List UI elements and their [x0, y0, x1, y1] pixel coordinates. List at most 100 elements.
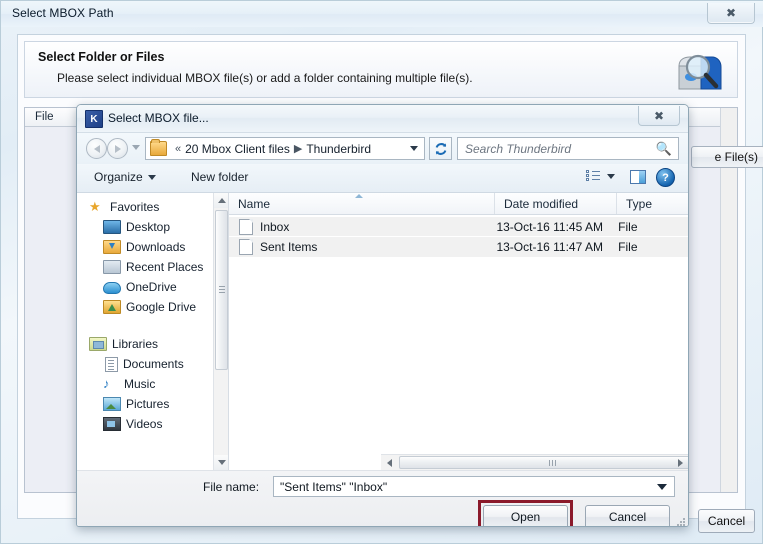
dialog-title: Select MBOX file...	[108, 111, 209, 125]
file-type: File	[618, 240, 638, 254]
sidebar-item-pictures[interactable]: Pictures	[77, 394, 228, 414]
file-list-header: Name Date modified Type	[229, 193, 688, 215]
sidebar-item-label: Pictures	[126, 397, 170, 411]
column-header-label: Name	[238, 196, 271, 211]
scroll-left-button[interactable]	[381, 455, 397, 470]
file-list: Name Date modified Type Inbox 13-Oct-16 …	[229, 193, 688, 470]
help-button[interactable]: ?	[656, 168, 675, 187]
chevron-down-icon	[147, 174, 156, 180]
refresh-button[interactable]	[429, 137, 452, 160]
sidebar-item-desktop[interactable]: Desktop	[77, 217, 228, 237]
organize-button[interactable]: Organize	[94, 170, 156, 184]
sidebar-group-favorites[interactable]: ★ Favorites	[77, 197, 228, 217]
view-mode-button[interactable]	[586, 170, 615, 182]
file-type: File	[618, 220, 638, 234]
chevron-down-icon	[607, 173, 615, 179]
chevron-down-icon[interactable]	[410, 146, 418, 151]
arrow-right-icon	[114, 144, 121, 153]
file-name-input[interactable]: "Sent Items" "Inbox"	[273, 476, 675, 497]
google-drive-icon	[103, 300, 121, 314]
dialog-footer: File name: "Sent Items" "Inbox" Open Can…	[77, 470, 688, 526]
table-row[interactable]: Inbox 13-Oct-16 11:45 AM File	[229, 216, 688, 237]
breadcrumb-segment-1[interactable]: Thunderbird	[306, 142, 371, 156]
dialog-body: ★ Favorites Desktop Downloads Recent Pla…	[77, 193, 688, 470]
new-folder-button[interactable]: New folder	[191, 170, 248, 184]
sidebar-item-label: Videos	[126, 417, 163, 431]
triangle-left-icon	[386, 458, 392, 467]
breadcrumb-overflow-icon[interactable]: «	[175, 143, 181, 155]
open-button[interactable]: Open	[483, 505, 568, 526]
resize-grip[interactable]	[675, 516, 685, 526]
preview-pane-button[interactable]	[630, 170, 646, 184]
search-input[interactable]: Search Thunderbird 🔍	[457, 137, 679, 160]
file-list-horizontal-scrollbar[interactable]	[381, 454, 688, 470]
folder-icon	[150, 139, 167, 156]
scroll-down-button[interactable]	[214, 455, 228, 470]
list-view-icon	[586, 170, 600, 182]
sidebar-item-label: Music	[124, 377, 156, 391]
sidebar-item-label: Recent Places	[126, 260, 204, 274]
horizontal-scrollbar-thumb[interactable]	[399, 456, 688, 469]
sidebar-item-documents[interactable]: Documents	[77, 354, 228, 374]
column-header-name[interactable]: Name	[229, 193, 495, 214]
page-subtitle: Please select individual MBOX file(s) or…	[57, 71, 473, 85]
sidebar-item-label: OneDrive	[126, 280, 177, 294]
table-row[interactable]: Sent Items 13-Oct-16 11:47 AM File	[229, 236, 688, 257]
sidebar-scrollbar[interactable]	[213, 193, 228, 470]
sidebar-item-videos[interactable]: Videos	[77, 414, 228, 434]
column-header-type[interactable]: Type	[617, 193, 687, 214]
instruction-header: Select Folder or Files Please select ind…	[24, 41, 738, 98]
breadcrumb-separator-icon[interactable]: ▶	[294, 142, 302, 155]
address-bar[interactable]: « 20 Mbox Client files ▶ Thunderbird	[145, 137, 425, 160]
column-header-date-modified[interactable]: Date modified	[495, 193, 617, 214]
chevron-down-icon[interactable]	[657, 483, 667, 490]
sidebar-item-downloads[interactable]: Downloads	[77, 237, 228, 257]
star-icon: ★	[89, 199, 101, 214]
file-date-modified: 13-Oct-16 11:47 AM	[496, 240, 603, 254]
file-icon	[239, 219, 253, 235]
cancel-button[interactable]: Cancel	[585, 505, 670, 526]
breadcrumb-segment-0[interactable]: 20 Mbox Client files	[185, 142, 290, 156]
back-button[interactable]	[86, 138, 107, 159]
column-header-label: Type	[626, 196, 653, 211]
sidebar-item-onedrive[interactable]: OneDrive	[77, 277, 228, 297]
forward-button[interactable]	[107, 138, 128, 159]
onedrive-icon	[103, 282, 121, 294]
dialog-titlebar: K Select MBOX file... ✖	[77, 105, 688, 133]
recent-locations-chevron-down-icon[interactable]	[132, 145, 140, 150]
sidebar-group-libraries[interactable]: Libraries	[77, 334, 228, 354]
search-placeholder: Search Thunderbird	[465, 141, 572, 156]
pictures-icon	[103, 397, 121, 411]
sort-ascending-icon	[355, 194, 363, 198]
scroll-up-button[interactable]	[214, 193, 228, 208]
sidebar-item-label: Desktop	[126, 220, 171, 234]
scroll-right-button[interactable]	[672, 455, 688, 470]
select-mbox-file-dialog: K Select MBOX file... ✖ « 20 Mbox Client…	[76, 104, 689, 527]
add-files-button[interactable]: e File(s)	[691, 146, 763, 168]
main-window-close-button[interactable]: ✖	[707, 3, 755, 24]
dialog-close-button[interactable]: ✖	[638, 106, 680, 126]
sidebar-group-label: Libraries	[112, 337, 159, 351]
search-icon[interactable]: 🔍	[656, 141, 672, 157]
navigation-bar: « 20 Mbox Client files ▶ Thunderbird Sea…	[77, 133, 688, 164]
organize-label: Organize	[94, 170, 143, 184]
sidebar-scrollbar-thumb[interactable]	[215, 210, 228, 370]
sidebar-item-recent-places[interactable]: Recent Places	[77, 257, 228, 277]
close-icon: ✖	[653, 108, 665, 123]
main-cancel-button[interactable]: Cancel	[698, 509, 755, 533]
dialog-toolbar: Organize New folder ?	[77, 164, 688, 193]
sidebar-item-music[interactable]: ♪ Music	[77, 374, 228, 394]
navigation-sidebar: ★ Favorites Desktop Downloads Recent Pla…	[77, 193, 229, 470]
page-title: Select Folder or Files	[38, 50, 165, 64]
file-name-value: "Sent Items" "Inbox"	[280, 479, 388, 494]
documents-icon	[105, 356, 118, 372]
videos-icon	[103, 417, 121, 431]
sidebar-group-label: Favorites	[110, 200, 160, 214]
main-window-title: Select MBOX Path	[12, 6, 114, 20]
file-name: Sent Items	[260, 240, 318, 254]
sidebar-item-label: Google Drive	[126, 300, 197, 314]
sidebar-item-google-drive[interactable]: Google Drive	[77, 297, 228, 317]
file-name-label: File name:	[203, 480, 260, 494]
desktop-icon	[103, 220, 121, 234]
arrow-left-icon	[93, 144, 100, 153]
